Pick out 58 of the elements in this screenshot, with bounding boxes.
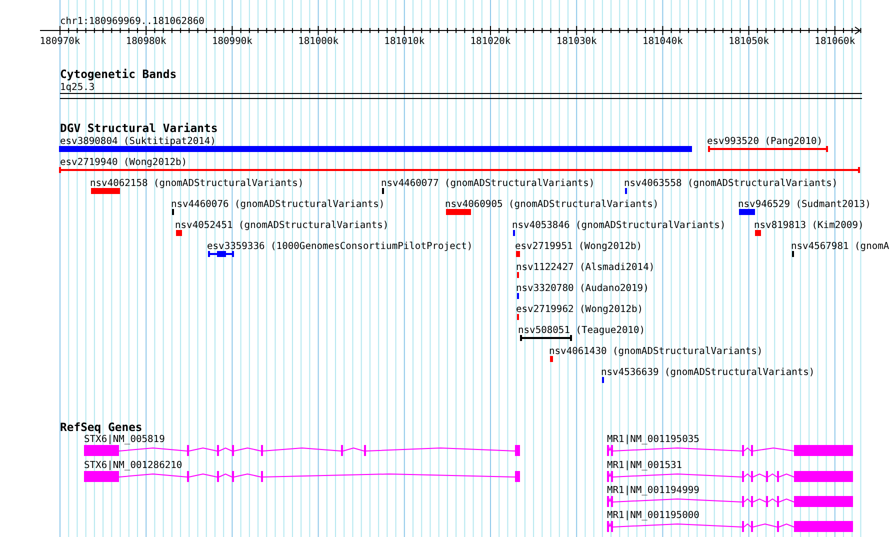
variant-bar[interactable]	[59, 146, 692, 152]
variant-label[interactable]: nsv3320780 (Audano2019)	[516, 283, 649, 294]
variant-label[interactable]: nsv4567981 (gnomA	[791, 241, 890, 252]
variant-label[interactable]: esv2719951 (Wong2012b)	[515, 241, 642, 252]
tick-label: 180980k	[126, 36, 166, 47]
variant-label[interactable]: nsv946529 (Sudmant2013)	[738, 199, 871, 210]
gene-model-drawing[interactable]	[607, 471, 853, 482]
location-label: chr1:180969969..181062860	[60, 16, 204, 27]
variant-span[interactable]	[207, 250, 235, 258]
variant-bar[interactable]	[739, 209, 755, 215]
variant-label[interactable]: esv993520 (Pang2010)	[707, 136, 823, 147]
variant-bar[interactable]	[516, 251, 520, 257]
variant-label[interactable]: nsv1122427 (Alsmadi2014)	[516, 262, 655, 273]
tick-label: 181030k	[556, 36, 597, 47]
variant-label[interactable]: nsv4060905 (gnomADStructuralVariants)	[445, 199, 659, 210]
track-title: RefSeq Genes	[60, 420, 142, 434]
gene-label[interactable]: STX6|NM_001286210	[84, 460, 182, 471]
variant-label[interactable]: nsv4061430 (gnomADStructuralVariants)	[549, 346, 763, 357]
gene-model-drawing[interactable]	[84, 471, 520, 482]
gene-model-drawing[interactable]	[84, 445, 520, 456]
variant-bar[interactable]	[550, 356, 553, 362]
variant-label[interactable]: nsv508051 (Teague2010)	[518, 325, 646, 336]
variant-label[interactable]: esv2719940 (Wong2012b)	[60, 157, 188, 168]
tick-label: 181040k	[642, 36, 683, 47]
tick-label: 181010k	[384, 36, 425, 47]
track-title: Cytogenetic Bands	[60, 67, 177, 81]
variant-label[interactable]: nsv4063558 (gnomADStructuralVariants)	[624, 178, 838, 189]
variant-bar[interactable]	[176, 230, 182, 236]
variant-label[interactable]: nsv4460077 (gnomADStructuralVariants)	[381, 178, 595, 189]
tick-label: 181000k	[298, 36, 339, 47]
variant-label[interactable]: nsv819813 (Kim2009)	[754, 220, 864, 231]
variant-label[interactable]: esv3890804 (Suktitipat2014)	[60, 136, 216, 147]
gene-label[interactable]: MR1|NM_001531	[607, 460, 682, 471]
variant-label[interactable]: nsv4052451 (gnomADStructuralVariants)	[175, 220, 389, 231]
gene-label[interactable]: MR1|NM_001195000	[607, 510, 700, 521]
variant-label[interactable]: esv2719962 (Wong2012b)	[516, 304, 644, 315]
band-label: 1q25.3	[60, 82, 95, 93]
variant-bar[interactable]	[91, 188, 120, 194]
variant-label[interactable]: esv3359336 (1000GenomesConsortiumPilotProject)	[207, 241, 473, 252]
variant-bar[interactable]	[446, 209, 471, 215]
gene-label[interactable]: MR1|NM_001194999	[607, 485, 700, 496]
variant-label[interactable]: nsv4053846 (gnomADStructuralVariants)	[512, 220, 726, 231]
gene-model-drawing[interactable]	[607, 496, 853, 507]
tick-label: 180970k	[40, 36, 80, 47]
gene-label[interactable]: STX6|NM_005819	[84, 434, 165, 445]
variant-label[interactable]: nsv4536639 (gnomADStructuralVariants)	[601, 367, 815, 378]
tick-label: 181020k	[470, 36, 511, 47]
variant-label[interactable]: nsv4460076 (gnomADStructuralVariants)	[171, 199, 385, 210]
tick-label: 181050k	[728, 36, 770, 47]
tick-label: 181060k	[814, 36, 856, 47]
variant-span[interactable]	[519, 334, 573, 342]
track-title: DGV Structural Variants	[60, 121, 218, 135]
tick-label: 180990k	[212, 36, 252, 47]
variant-bar[interactable]	[755, 230, 761, 236]
gene-model-drawing[interactable]	[607, 521, 853, 532]
gene-model-drawing[interactable]	[607, 445, 853, 456]
gene-label[interactable]: MR1|NM_001195035	[607, 434, 700, 445]
variant-label[interactable]: nsv4062158 (gnomADStructuralVariants)	[90, 178, 304, 189]
